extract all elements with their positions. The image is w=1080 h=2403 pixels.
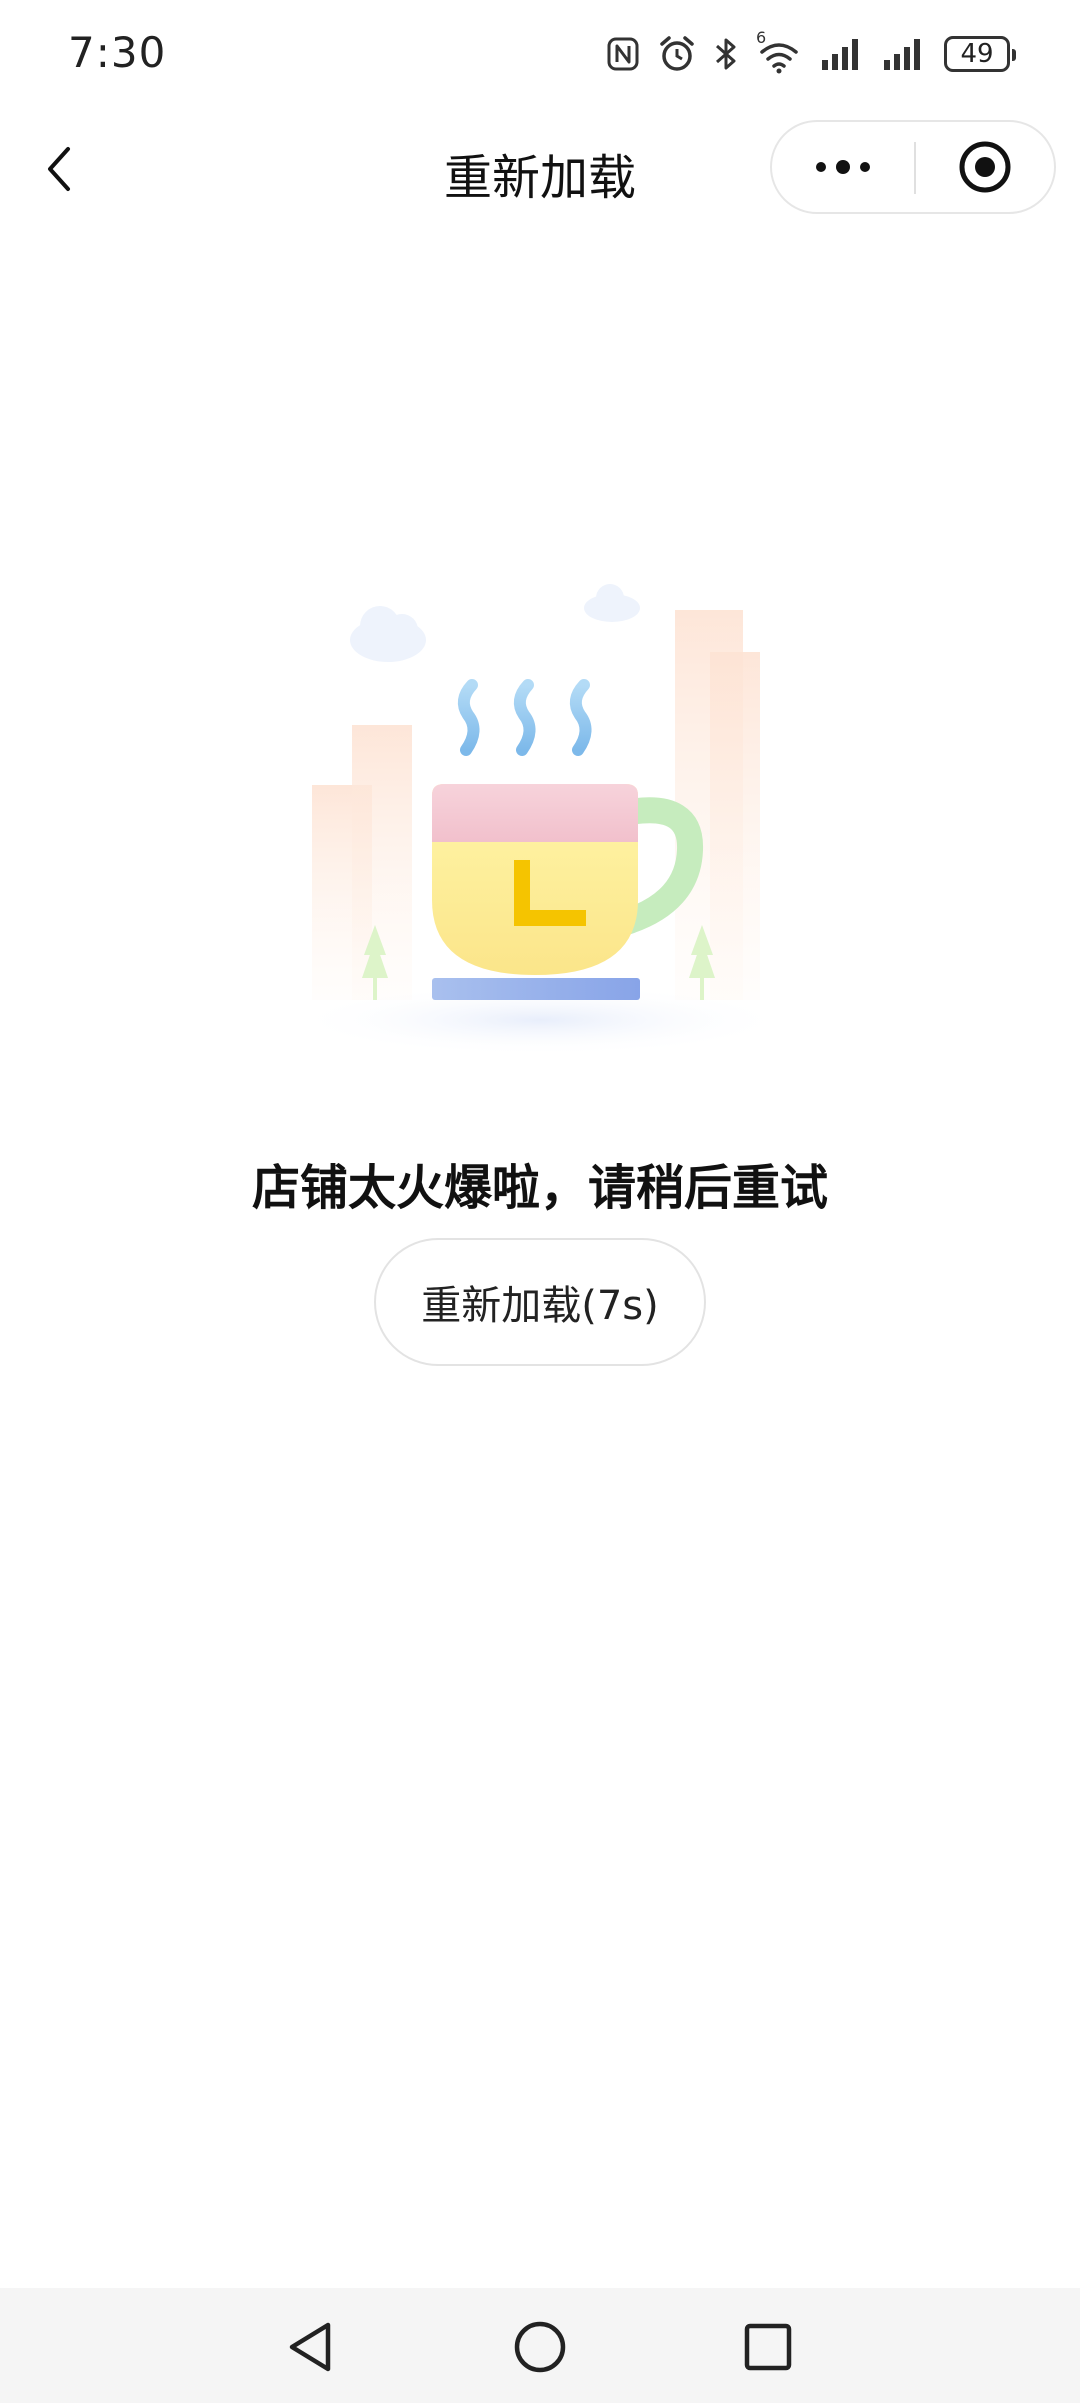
system-nav-bar xyxy=(0,2288,1080,2403)
alarm-icon xyxy=(660,36,694,71)
close-miniprogram-button[interactable] xyxy=(916,122,1054,212)
reload-button[interactable]: 重新加载(7s) xyxy=(374,1238,706,1366)
status-icons: 6 49 xyxy=(606,28,1016,76)
more-button[interactable] xyxy=(772,122,914,212)
signal-icon-2 xyxy=(884,39,920,70)
illustration-svg: L xyxy=(290,584,790,1056)
nfc-icon xyxy=(607,37,639,71)
nav-bar: 重新加载 xyxy=(0,120,1080,220)
target-close-icon xyxy=(959,141,1011,193)
system-recents-button[interactable] xyxy=(733,2312,803,2382)
signal-icon xyxy=(822,39,858,70)
status-bar: 7:30 6 49 xyxy=(0,0,1080,110)
capsule-menu xyxy=(770,120,1056,214)
battery-level: 49 xyxy=(960,39,994,69)
more-icon xyxy=(816,160,870,174)
coffee-cup-illustration: L xyxy=(290,580,790,1060)
circle-home-icon xyxy=(514,2321,566,2373)
wifi-indicator: 6 xyxy=(756,28,802,74)
status-time: 7:30 xyxy=(68,28,167,77)
bluetooth-icon xyxy=(716,38,736,70)
system-back-button[interactable] xyxy=(275,2312,345,2382)
square-recents-icon xyxy=(744,2323,792,2371)
battery-icon: 49 xyxy=(944,36,1016,72)
wifi-icon xyxy=(760,43,798,74)
system-home-button[interactable] xyxy=(505,2312,575,2382)
triangle-back-icon xyxy=(289,2322,331,2372)
error-message: 店铺太火爆啦，请稍后重试 xyxy=(251,1160,828,1216)
